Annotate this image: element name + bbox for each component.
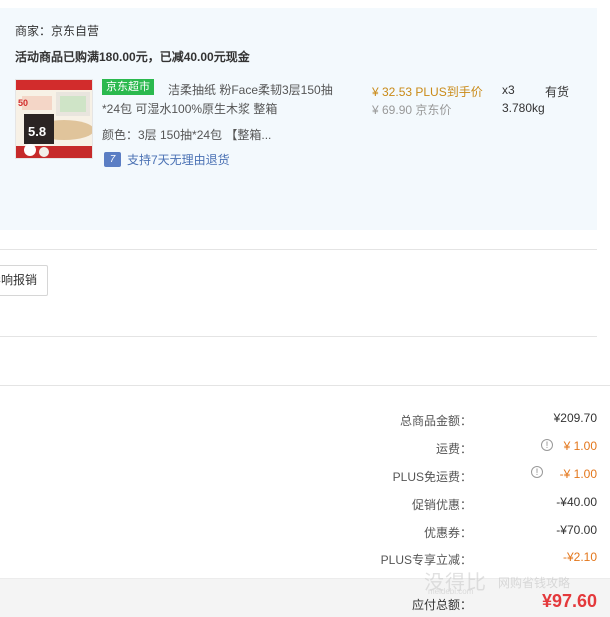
summary-value-plus-discount: -¥2.10 xyxy=(562,550,597,564)
promo-label: 活动商品已购满180.00元，已减40.00元现金 xyxy=(15,50,250,64)
jd-price: ¥ 69.90 京东价 xyxy=(372,103,452,117)
divider xyxy=(0,385,610,386)
product-title-line1[interactable]: 洁柔抽纸 粉Face柔韧3层150抽 xyxy=(168,81,333,98)
thumb-price-text: 5.8 xyxy=(28,124,46,139)
summary-label-promotion: 促销优惠： xyxy=(411,498,472,512)
jd-supermarket-badge: 京东超市 xyxy=(102,79,154,95)
invoice-button[interactable]: 影响报销 xyxy=(0,265,48,296)
summary-label-plus-free-shipping: PLUS免运费： xyxy=(392,470,472,484)
invoice-button-label: 影响报销 xyxy=(0,273,37,287)
divider xyxy=(0,249,597,250)
summary-value-coupon: -¥70.00 xyxy=(556,523,597,537)
watermark-slogan: 网购省钱攻略 xyxy=(498,576,571,590)
watermark-url: meidebi.com xyxy=(428,587,474,596)
summary-value-shipping: ¥ 1.00 xyxy=(563,439,597,453)
thumb-sub-text: 50 xyxy=(18,98,28,108)
total-value: ¥97.60 xyxy=(541,591,597,611)
info-icon[interactable]: ! xyxy=(531,466,543,478)
weight: 3.780kg xyxy=(502,101,545,115)
summary-value-goods-total: ¥209.70 xyxy=(553,411,597,425)
product-title-line2[interactable]: *24包 可湿水100%原生木浆 整箱 xyxy=(102,100,277,117)
total-label: 应付总额： xyxy=(411,598,472,612)
return-7day-icon: 7 xyxy=(104,151,121,167)
return-policy[interactable]: 7 支持7天无理由退货 xyxy=(104,151,230,167)
info-icon[interactable]: ! xyxy=(541,439,553,451)
summary-label-coupon: 优惠券： xyxy=(423,526,472,540)
summary-label-goods-total: 总商品金额： xyxy=(399,414,472,428)
return-policy-text: 支持7天无理由退货 xyxy=(127,152,230,167)
product-thumbnail[interactable]: 5.8 50 xyxy=(15,79,93,159)
plus-price: ¥ 32.53 PLUS到手价 xyxy=(372,85,483,99)
merchant-label: 商家：京东自营 xyxy=(15,24,100,38)
stock-status: 有货 xyxy=(545,85,570,99)
product-spec: 颜色：3层 150抽*24包 【整箱... xyxy=(102,128,272,142)
summary-label-shipping: 运费： xyxy=(435,442,472,456)
divider xyxy=(0,336,597,337)
quantity: x3 xyxy=(502,83,515,97)
summary-value-promotion: -¥40.00 xyxy=(556,495,597,509)
summary-value-plus-free-shipping: -¥ 1.00 xyxy=(559,467,597,481)
